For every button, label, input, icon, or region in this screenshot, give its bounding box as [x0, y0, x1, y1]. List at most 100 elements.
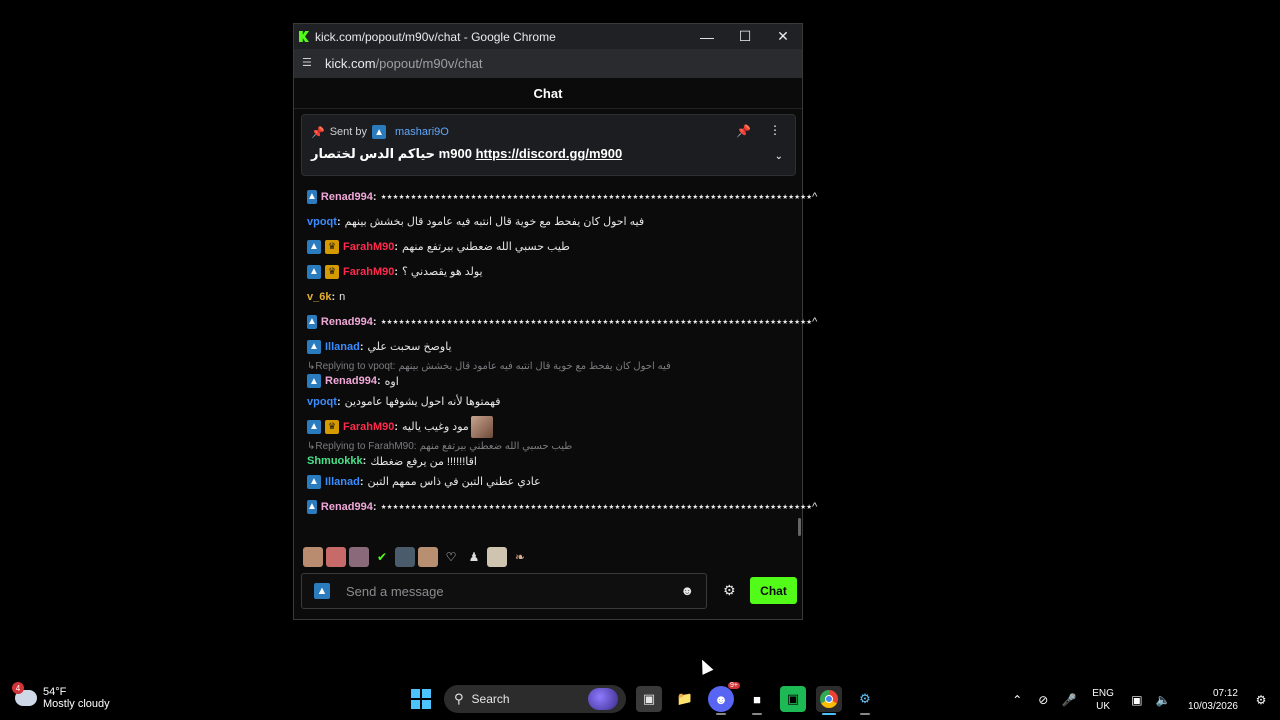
maximize-button[interactable]: ☐ — [726, 24, 764, 49]
heart-emote-icon[interactable]: ♡ — [441, 547, 461, 567]
chat-message[interactable]: ▲ Renad994: اوه — [307, 373, 791, 389]
emote-icon[interactable] — [303, 547, 323, 567]
chat-message[interactable]: Shmuokkk: اقا!!!!!! من يرفع ضغطك — [307, 453, 791, 469]
discord-icon[interactable]: ☻ 9+ — [708, 682, 740, 715]
chat-message[interactable]: ▲ Illanad: ياوصخ سحبت علي — [307, 334, 791, 359]
clock-time: 07:12 — [1212, 688, 1238, 699]
unpin-icon[interactable]: 📌 — [736, 124, 751, 138]
chat-username[interactable]: FarahM90 — [343, 266, 394, 278]
chat-message-text: مود وغيب ياليه — [402, 421, 469, 433]
site-settings-icon[interactable]: ☰ — [302, 58, 316, 69]
chat-send-button[interactable]: Chat — [750, 577, 797, 604]
url-host: kick.com — [325, 56, 376, 71]
pinned-link[interactable]: https://discord.gg/m900 — [476, 146, 623, 161]
username-separator: : — [359, 475, 364, 488]
kick-badge-icon: ▲ — [307, 499, 317, 514]
chat-message-text: اقا!!!!!! من يرفع ضغطك — [370, 455, 477, 468]
network-icon[interactable]: ▣ — [1124, 693, 1150, 707]
weather-widget[interactable]: 4 54°F Mostly cloudy — [12, 682, 110, 710]
file-explorer-icon[interactable]: 📁 — [672, 686, 698, 712]
clock[interactable]: 07:12 10/03/2026 — [1188, 687, 1238, 713]
steam-icon[interactable]: ⚙ — [852, 686, 878, 715]
taskbar: 4 54°F Mostly cloudy ⚲ Search ▣ 📁 ☻ 9+ ■ … — [0, 680, 1280, 720]
microphone-icon[interactable]: 🎤 — [1056, 693, 1082, 707]
chat-message-text: ٭٭٭٭٭٭٭٭٭٭٭٭٭٭٭٭٭٭٭٭٭٭٭٭٭٭٭٭٭٭٭٭٭٭٭٭٭٭٭٭… — [380, 316, 818, 328]
reply-context[interactable]: ↳ Replying to vpoqt: فيه احول كان يفحط مع… — [307, 359, 791, 373]
emote-icon[interactable] — [349, 547, 369, 567]
chat-username[interactable]: vpoqt — [307, 216, 337, 228]
chrome-icon[interactable] — [816, 686, 842, 715]
chat-message[interactable]: ▲ Renad994: ٭٭٭٭٭٭٭٭٭٭٭٭٭٭٭٭٭٭٭٭٭٭٭٭٭٭٭٭٭٭… — [307, 309, 817, 334]
message-input-box[interactable]: ▲ ☻ — [301, 573, 707, 609]
chat-username[interactable]: v_6k — [307, 291, 331, 303]
chat-username[interactable]: Renad994 — [321, 501, 373, 513]
chat-username[interactable]: Renad994 — [321, 316, 373, 328]
emote-icon[interactable] — [395, 547, 415, 567]
username-separator: : — [394, 240, 399, 253]
reply-text: طيب حسبي الله ضعطني بيرتفع منهم — [419, 440, 573, 452]
chat-message[interactable]: ▲ Renad994: ٭٭٭٭٭٭٭٭٭٭٭٭٭٭٭٭٭٭٭٭٭٭٭٭٭٭٭٭٭٭… — [307, 184, 817, 209]
emote-icon[interactable] — [418, 547, 438, 567]
chat-username[interactable]: Illanad — [325, 341, 360, 353]
gear-icon[interactable]: ⚙ — [723, 582, 736, 599]
game-app-icon[interactable]: ■ — [744, 686, 770, 715]
address-bar[interactable]: ☰ kick.com/popout/m90v/chat — [294, 49, 802, 78]
chat-message[interactable]: ▲ Renad994: ٭٭٭٭٭٭٭٭٭٭٭٭٭٭٭٭٭٭٭٭٭٭٭٭٭٭٭٭٭٭… — [307, 494, 817, 519]
chat-username[interactable]: Shmuokkk — [307, 455, 363, 467]
minimize-button[interactable]: — — [688, 24, 726, 49]
chat-username[interactable]: Renad994 — [325, 375, 377, 387]
close-button[interactable]: ✕ — [764, 24, 802, 49]
chevron-down-icon[interactable]: ⌄ — [775, 151, 783, 162]
reply-context[interactable]: ↳ Replying to FarahM90: طيب حسبي الله ضعط… — [307, 439, 791, 453]
chat-message-text: فيه احول كان يفحط مع خوية قال انتبه فيه … — [344, 216, 645, 228]
system-tray: ⌃ ⊘ 🎤 ENG UK ▣ 🔈 07:12 10/03/2026 ⚙ — [1004, 680, 1280, 720]
more-options-icon[interactable]: ⋮ — [769, 123, 781, 137]
username-separator: : — [372, 315, 377, 328]
chat-message[interactable]: v_6k: n — [307, 284, 791, 309]
message-input[interactable] — [344, 582, 668, 600]
emote-icon[interactable] — [487, 547, 507, 567]
running-indicator — [860, 713, 870, 715]
emoji-icon[interactable]: ☻ — [680, 583, 694, 598]
running-indicator — [752, 713, 762, 715]
windows-logo-icon — [411, 689, 431, 709]
chat-username[interactable]: Renad994 — [321, 191, 373, 203]
crown-badge-icon: ♛ — [325, 239, 339, 254]
chat-message[interactable]: vpoqt: فهمتوها لأنه احول يشوفها عامودين — [307, 389, 791, 414]
chat-message[interactable]: ▲ Illanad: عادي عطني التبن في ذاس ممهم الت… — [307, 469, 791, 494]
language-indicator[interactable]: ENG UK — [1092, 687, 1114, 713]
chat-message[interactable]: ▲ ♛ FarahM90: يولد هو يقصدني ؟ — [307, 259, 791, 284]
chat-message[interactable]: ▲ ♛ FarahM90: مود وغيب ياليه — [307, 414, 791, 439]
notification-bell-icon[interactable]: ⚙ — [1248, 693, 1274, 707]
username-separator: : — [372, 500, 377, 513]
green-app-icon[interactable]: ▣ — [780, 686, 806, 712]
title-bar[interactable]: kick.com/popout/m90v/chat - Google Chrom… — [294, 24, 802, 49]
emote-image[interactable] — [470, 415, 493, 438]
eye-off-icon[interactable]: ⊘ — [1030, 693, 1056, 707]
sent-by-label: Sent by — [329, 126, 368, 138]
chat-username[interactable]: Illanad — [325, 476, 360, 488]
chat-username[interactable]: vpoqt — [307, 396, 337, 408]
emote-icon[interactable] — [326, 547, 346, 567]
chat-username[interactable]: FarahM90 — [343, 421, 394, 433]
chat-message[interactable]: vpoqt: فيه احول كان يفحط مع خوية قال انتب… — [307, 209, 791, 234]
task-view-icon[interactable]: ▣ — [636, 686, 662, 712]
volume-icon[interactable]: 🔈 — [1150, 693, 1176, 707]
chat-username[interactable]: FarahM90 — [343, 241, 394, 253]
chat-message[interactable]: ▲ ♛ FarahM90: طيب حسبي الله ضعطني بيرتفع من… — [307, 234, 791, 259]
username-separator: : — [394, 265, 399, 278]
verified-emote-icon[interactable]: ✔ — [372, 547, 392, 567]
chat-message-text: ٭٭٭٭٭٭٭٭٭٭٭٭٭٭٭٭٭٭٭٭٭٭٭٭٭٭٭٭٭٭٭٭٭٭٭٭٭٭٭٭… — [380, 191, 818, 203]
weather-desc: Mostly cloudy — [43, 698, 110, 710]
emote-icon[interactable]: ❧ — [510, 547, 530, 567]
start-button[interactable] — [408, 686, 434, 712]
pinned-message[interactable]: 📌 Sent by ▲ mashari9O حياكم الدس لختصار … — [301, 114, 796, 176]
pinned-sender[interactable]: mashari9O — [395, 126, 449, 138]
chevron-up-icon[interactable]: ⌃ — [1004, 693, 1030, 707]
search-label: Search — [471, 692, 510, 706]
taskbar-search[interactable]: ⚲ Search — [444, 685, 626, 713]
emote-icon[interactable]: ♟ — [464, 547, 484, 567]
reply-arrow-icon: ↳ — [307, 360, 316, 372]
scrollbar-thumb[interactable] — [798, 518, 801, 536]
kick-badge-icon: ▲ — [307, 339, 321, 354]
